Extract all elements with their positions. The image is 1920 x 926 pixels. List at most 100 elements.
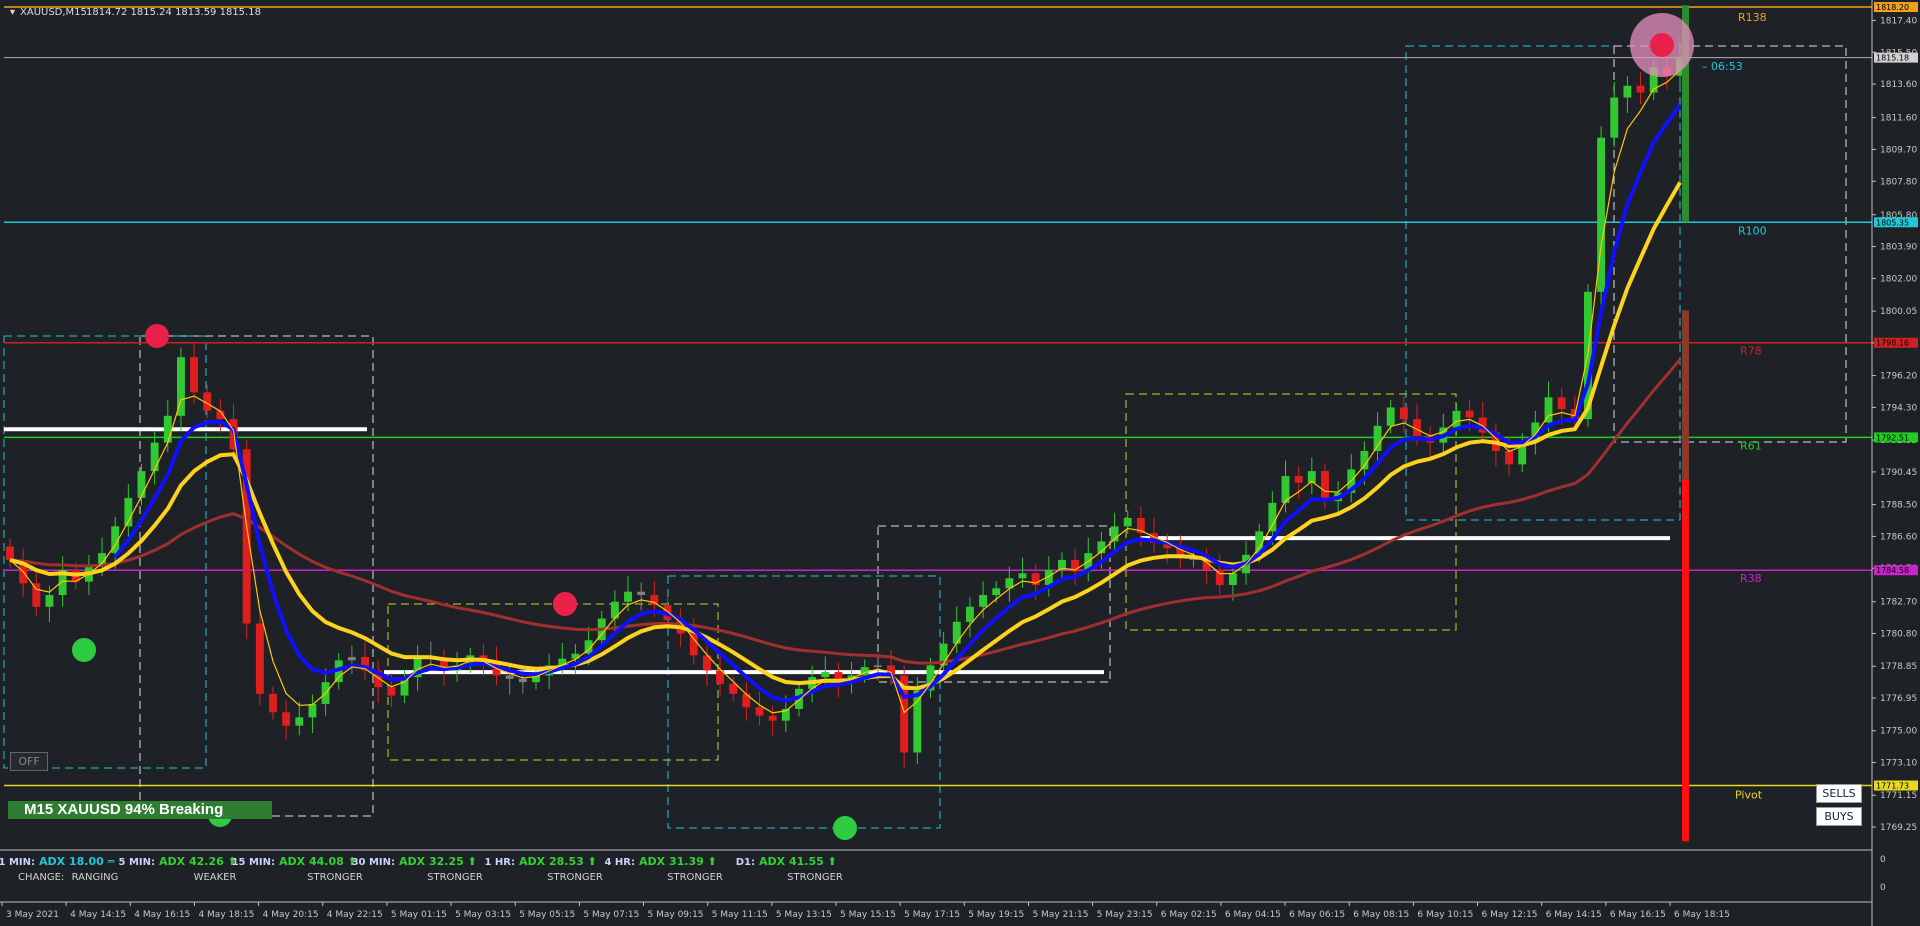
level-label: Pivot	[1735, 789, 1763, 802]
y-tick-label: 1807.80	[1880, 177, 1917, 187]
x-tick-label: 4 May 18:15	[198, 910, 254, 920]
candle-body	[1215, 569, 1224, 585]
candle-body	[1228, 573, 1237, 585]
candle-body	[150, 442, 159, 472]
candle-body	[1452, 410, 1461, 428]
candle-body	[637, 591, 646, 596]
y-tick-label: 1796.20	[1880, 372, 1917, 382]
y-tick-label: 1778.85	[1880, 662, 1917, 672]
trend-change: STRONGER	[667, 872, 723, 883]
x-tick-label: 4 May 22:15	[327, 910, 383, 920]
level-label: R78	[1740, 345, 1762, 358]
ohlc-readout: 1814.72 1815.24 1813.59 1815.18	[86, 7, 261, 18]
y-tick-label: 1790.45	[1880, 468, 1917, 478]
level-label: R138	[1738, 11, 1767, 24]
price-tag-label: 1805.35	[1876, 218, 1909, 227]
y-tick-label: 1780.80	[1880, 630, 1917, 640]
candle-body	[1399, 407, 1408, 420]
trend-change: STRONGER	[547, 872, 603, 883]
adx-value: ADX 42.26 ⬆	[159, 855, 237, 868]
candle-body	[1505, 450, 1513, 465]
candle-body	[965, 606, 974, 622]
change-label: CHANGE:	[18, 872, 64, 883]
buys-button[interactable]: BUYS	[1816, 807, 1862, 826]
off-button[interactable]: OFF	[10, 752, 48, 771]
price-tag-label: 1771.73	[1876, 782, 1909, 791]
level-label: R61	[1740, 439, 1762, 452]
price-chart[interactable]: 1817.401815.501813.601811.601809.701807.…	[0, 0, 1920, 926]
symbol-caret-icon[interactable]: ▾	[10, 7, 15, 18]
sells-button[interactable]: SELLS	[1816, 784, 1862, 803]
x-tick-label: 4 May 20:15	[263, 910, 319, 920]
candle-body	[873, 665, 882, 668]
adx-value: ADX 41.55 ⬆	[759, 855, 837, 868]
x-tick-label: 6 May 16:15	[1610, 910, 1666, 920]
x-tick-label: 5 May 19:15	[968, 910, 1024, 920]
symbol-label: XAUUSD,M15	[20, 7, 87, 18]
candle-body	[308, 703, 317, 718]
sell-signal-dot	[553, 592, 577, 616]
adx-value: ADX 31.39 ⬆	[639, 855, 717, 868]
candle-body	[190, 357, 199, 393]
x-tick-label: 5 May 07:15	[583, 910, 639, 920]
projection-bar-red	[1682, 479, 1689, 842]
trend-change: RANGING	[72, 872, 119, 883]
candle-body	[269, 693, 277, 713]
y-tick-label: 1782.70	[1880, 598, 1917, 608]
level-label: R100	[1738, 224, 1767, 237]
timeframe-label: 4 HR:	[604, 857, 635, 868]
candle-body	[45, 595, 54, 607]
price-tag-label: 1818.20	[1876, 3, 1909, 12]
x-tick-label: 4 May 14:15	[70, 910, 126, 920]
y-tick-label: 1803.90	[1880, 243, 1917, 253]
price-tag-label: 1815.18	[1876, 54, 1909, 63]
x-tick-label: 5 May 13:15	[776, 910, 832, 920]
buy-signal-dot	[833, 816, 857, 840]
x-tick-label: 6 May 06:15	[1289, 910, 1345, 920]
buy-signal-dot	[72, 638, 96, 662]
adx-value: ADX 32.25 ⬆	[399, 855, 477, 868]
adx-value: ADX 28.53 ⬆	[519, 855, 597, 868]
candle-body	[32, 583, 41, 607]
x-tick-label: 6 May 14:15	[1546, 910, 1602, 920]
candle-body	[295, 717, 304, 726]
adx-value: ADX 18.00 ═	[39, 855, 115, 868]
candle-body	[768, 715, 777, 721]
y-tick-label: 1776.95	[1880, 694, 1917, 704]
candle-body	[913, 690, 922, 753]
candle-body	[1268, 502, 1277, 532]
candle-body	[282, 712, 291, 726]
timeframe-label: 1 HR:	[484, 857, 515, 868]
y-tick-label: 1788.50	[1880, 501, 1917, 511]
y-tick-label: 1800.05	[1880, 307, 1917, 317]
projection-bar-brown	[1682, 310, 1689, 480]
x-tick-label: 5 May 17:15	[904, 910, 960, 920]
x-tick-label: 5 May 21:15	[1032, 910, 1088, 920]
x-tick-label: 5 May 11:15	[712, 910, 768, 920]
timeframe-label: 5 MIN:	[119, 857, 155, 868]
candle-body	[1610, 97, 1619, 138]
candle-body	[1557, 397, 1566, 410]
y-tick-label: 1771.15	[1880, 791, 1917, 801]
candle-body	[387, 687, 396, 696]
candle-body	[729, 683, 738, 694]
candle-body	[821, 672, 830, 678]
y-tick-label: 1786.60	[1880, 532, 1917, 542]
candle-body	[1623, 85, 1632, 98]
x-tick-label: 4 May 16:15	[134, 910, 190, 920]
price-tag-label: 1798.16	[1876, 339, 1909, 348]
sub-axis-label: 0	[1880, 883, 1886, 893]
candle-body	[1386, 407, 1395, 426]
candle-body	[137, 471, 146, 498]
price-tag-label: 1792.51	[1876, 433, 1909, 442]
candle-body	[992, 588, 1001, 596]
candle-body	[6, 546, 14, 560]
sell-signal-dot	[1650, 33, 1674, 57]
adx-value: ADX 44.08 ⬆	[279, 855, 357, 868]
candle-body	[347, 657, 356, 661]
sub-axis-label: 0	[1880, 855, 1886, 865]
y-tick-label: 1802.00	[1880, 274, 1917, 284]
x-tick-label: 6 May 12:15	[1482, 910, 1538, 920]
y-tick-label: 1811.60	[1880, 114, 1917, 124]
trend-change: STRONGER	[427, 872, 483, 883]
